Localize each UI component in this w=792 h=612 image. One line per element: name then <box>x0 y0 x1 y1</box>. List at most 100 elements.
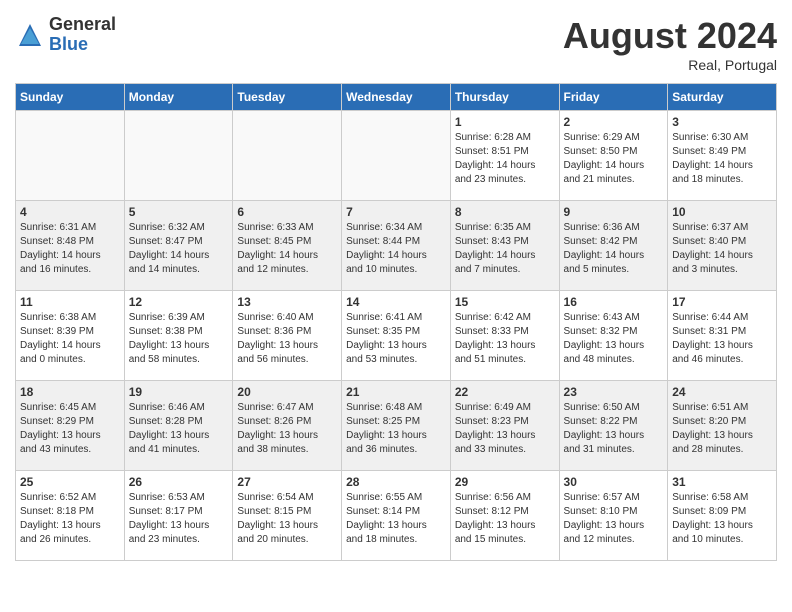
day-number: 31 <box>672 475 772 489</box>
day-number: 6 <box>237 205 337 219</box>
day-cell: 7 Sunrise: 6:34 AMSunset: 8:44 PMDaylight… <box>342 201 451 291</box>
day-number: 27 <box>237 475 337 489</box>
day-info: Sunrise: 6:36 AMSunset: 8:42 PMDaylight:… <box>564 221 664 277</box>
day-info: Sunrise: 6:41 AMSunset: 8:35 PMDaylight:… <box>346 311 446 367</box>
day-cell: 9 Sunrise: 6:36 AMSunset: 8:42 PMDaylight… <box>559 201 668 291</box>
logo-general: General <box>49 15 116 35</box>
column-header-sunday: Sunday <box>16 84 125 111</box>
day-number: 10 <box>672 205 772 219</box>
month-title: August 2024 <box>563 15 777 57</box>
day-info: Sunrise: 6:48 AMSunset: 8:25 PMDaylight:… <box>346 401 446 457</box>
day-cell: 16 Sunrise: 6:43 AMSunset: 8:32 PMDayligh… <box>559 291 668 381</box>
day-cell: 1Sunrise: 6:28 AMSunset: 8:51 PMDaylight… <box>450 111 559 201</box>
day-number: 2 <box>564 115 664 129</box>
day-cell: 2 Sunrise: 6:29 AMSunset: 8:50 PMDaylight… <box>559 111 668 201</box>
day-number: 28 <box>346 475 446 489</box>
day-cell: 20 Sunrise: 6:47 AMSunset: 8:26 PMDayligh… <box>233 381 342 471</box>
title-section: August 2024 Real, Portugal <box>563 15 777 73</box>
day-number: 12 <box>129 295 229 309</box>
logo-blue: Blue <box>49 35 116 55</box>
day-info: Sunrise: 6:28 AMSunset: 8:51 PMDaylight:… <box>455 131 555 187</box>
day-number: 9 <box>564 205 664 219</box>
day-info: Sunrise: 6:39 AMSunset: 8:38 PMDaylight:… <box>129 311 229 367</box>
week-row-1: 1Sunrise: 6:28 AMSunset: 8:51 PMDaylight… <box>16 111 777 201</box>
day-info: Sunrise: 6:33 AMSunset: 8:45 PMDaylight:… <box>237 221 337 277</box>
page-header: General Blue August 2024 Real, Portugal <box>15 15 777 73</box>
day-number: 30 <box>564 475 664 489</box>
day-cell: 24 Sunrise: 6:51 AMSunset: 8:20 PMDayligh… <box>668 381 777 471</box>
column-header-friday: Friday <box>559 84 668 111</box>
day-number: 7 <box>346 205 446 219</box>
day-number: 18 <box>20 385 120 399</box>
day-cell: 19Sunrise: 6:46 AMSunset: 8:28 PMDayligh… <box>124 381 233 471</box>
day-cell: 30 Sunrise: 6:57 AMSunset: 8:10 PMDayligh… <box>559 471 668 561</box>
day-info: Sunrise: 6:40 AMSunset: 8:36 PMDaylight:… <box>237 311 337 367</box>
day-number: 25 <box>20 475 120 489</box>
day-info: Sunrise: 6:55 AMSunset: 8:14 PMDaylight:… <box>346 491 446 547</box>
location: Real, Portugal <box>563 57 777 73</box>
day-cell: 3 Sunrise: 6:30 AMSunset: 8:49 PMDaylight… <box>668 111 777 201</box>
day-cell: 6 Sunrise: 6:33 AMSunset: 8:45 PMDaylight… <box>233 201 342 291</box>
day-cell <box>16 111 125 201</box>
day-cell: 26Sunrise: 6:53 AMSunset: 8:17 PMDayligh… <box>124 471 233 561</box>
day-info: Sunrise: 6:45 AMSunset: 8:29 PMDaylight:… <box>20 401 120 457</box>
column-header-wednesday: Wednesday <box>342 84 451 111</box>
day-number: 17 <box>672 295 772 309</box>
day-cell <box>124 111 233 201</box>
day-cell: 18 Sunrise: 6:45 AMSunset: 8:29 PMDayligh… <box>16 381 125 471</box>
logo: General Blue <box>15 15 116 55</box>
day-info: Sunrise: 6:34 AMSunset: 8:44 PMDaylight:… <box>346 221 446 277</box>
day-number: 22 <box>455 385 555 399</box>
day-cell <box>342 111 451 201</box>
week-row-2: 4Sunrise: 6:31 AMSunset: 8:48 PMDaylight… <box>16 201 777 291</box>
day-cell: 22 Sunrise: 6:49 AMSunset: 8:23 PMDayligh… <box>450 381 559 471</box>
day-number: 4 <box>20 205 120 219</box>
day-info: Sunrise: 6:52 AMSunset: 8:18 PMDaylight:… <box>20 491 120 547</box>
day-cell: 14 Sunrise: 6:41 AMSunset: 8:35 PMDayligh… <box>342 291 451 381</box>
day-cell: 12 Sunrise: 6:39 AMSunset: 8:38 PMDayligh… <box>124 291 233 381</box>
day-cell: 27 Sunrise: 6:54 AMSunset: 8:15 PMDayligh… <box>233 471 342 561</box>
day-cell: 31 Sunrise: 6:58 AMSunset: 8:09 PMDayligh… <box>668 471 777 561</box>
day-info: Sunrise: 6:51 AMSunset: 8:20 PMDaylight:… <box>672 401 772 457</box>
day-cell: 28 Sunrise: 6:55 AMSunset: 8:14 PMDayligh… <box>342 471 451 561</box>
week-row-4: 18 Sunrise: 6:45 AMSunset: 8:29 PMDayligh… <box>16 381 777 471</box>
day-number: 8 <box>455 205 555 219</box>
day-info: Sunrise: 6:32 AMSunset: 8:47 PMDaylight:… <box>129 221 229 277</box>
day-info: Sunrise: 6:53 AMSunset: 8:17 PMDaylight:… <box>129 491 229 547</box>
day-info: Sunrise: 6:35 AMSunset: 8:43 PMDaylight:… <box>455 221 555 277</box>
day-number: 3 <box>672 115 772 129</box>
day-info: Sunrise: 6:47 AMSunset: 8:26 PMDaylight:… <box>237 401 337 457</box>
day-cell: 25 Sunrise: 6:52 AMSunset: 8:18 PMDayligh… <box>16 471 125 561</box>
day-info: Sunrise: 6:37 AMSunset: 8:40 PMDaylight:… <box>672 221 772 277</box>
day-cell: 4Sunrise: 6:31 AMSunset: 8:48 PMDaylight… <box>16 201 125 291</box>
column-header-saturday: Saturday <box>668 84 777 111</box>
day-number: 24 <box>672 385 772 399</box>
column-header-tuesday: Tuesday <box>233 84 342 111</box>
day-cell: 29Sunrise: 6:56 AMSunset: 8:12 PMDayligh… <box>450 471 559 561</box>
day-info: Sunrise: 6:50 AMSunset: 8:22 PMDaylight:… <box>564 401 664 457</box>
day-cell: 15Sunrise: 6:42 AMSunset: 8:33 PMDayligh… <box>450 291 559 381</box>
header-row: SundayMondayTuesdayWednesdayThursdayFrid… <box>16 84 777 111</box>
week-row-5: 25 Sunrise: 6:52 AMSunset: 8:18 PMDayligh… <box>16 471 777 561</box>
day-info: Sunrise: 6:58 AMSunset: 8:09 PMDaylight:… <box>672 491 772 547</box>
day-number: 21 <box>346 385 446 399</box>
day-info: Sunrise: 6:29 AMSunset: 8:50 PMDaylight:… <box>564 131 664 187</box>
day-number: 19 <box>129 385 229 399</box>
day-cell: 8 Sunrise: 6:35 AMSunset: 8:43 PMDaylight… <box>450 201 559 291</box>
day-cell: 5Sunrise: 6:32 AMSunset: 8:47 PMDaylight… <box>124 201 233 291</box>
day-number: 14 <box>346 295 446 309</box>
day-info: Sunrise: 6:57 AMSunset: 8:10 PMDaylight:… <box>564 491 664 547</box>
day-info: Sunrise: 6:30 AMSunset: 8:49 PMDaylight:… <box>672 131 772 187</box>
day-number: 20 <box>237 385 337 399</box>
calendar-table: SundayMondayTuesdayWednesdayThursdayFrid… <box>15 83 777 561</box>
day-number: 15 <box>455 295 555 309</box>
day-number: 13 <box>237 295 337 309</box>
day-info: Sunrise: 6:43 AMSunset: 8:32 PMDaylight:… <box>564 311 664 367</box>
logo-icon <box>15 20 45 50</box>
day-number: 23 <box>564 385 664 399</box>
day-info: Sunrise: 6:49 AMSunset: 8:23 PMDaylight:… <box>455 401 555 457</box>
column-header-thursday: Thursday <box>450 84 559 111</box>
day-number: 16 <box>564 295 664 309</box>
day-info: Sunrise: 6:54 AMSunset: 8:15 PMDaylight:… <box>237 491 337 547</box>
column-header-monday: Monday <box>124 84 233 111</box>
